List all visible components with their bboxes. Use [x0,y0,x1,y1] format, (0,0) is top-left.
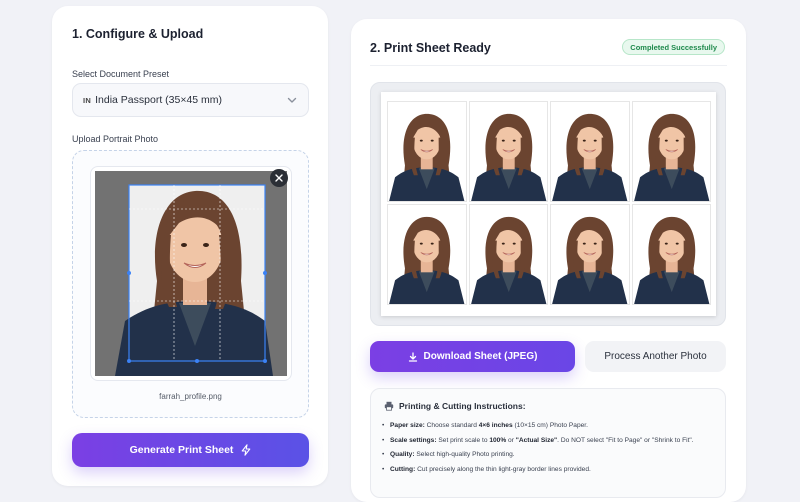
divider [370,65,727,66]
section-title-configure: 1. Configure & Upload [72,27,204,41]
instructions-list: Paper size: Choose standard 4×6 inches (… [382,421,718,479]
lightning-icon [242,444,251,456]
instruction-item: Quality: Select high-quality Photo print… [382,450,718,460]
portrait-image [95,171,287,376]
print-sheet-panel: 2. Print Sheet Ready Completed Successfu… [351,19,746,502]
passport-photo-thumbnail [387,101,467,202]
remove-photo-button[interactable] [270,169,288,187]
preset-label: Select Document Preset [72,69,170,79]
section-title-print-sheet: 2. Print Sheet Ready [370,41,491,55]
chevron-down-icon [286,94,298,109]
instructions-title: Printing & Cutting Instructions: [384,401,526,411]
close-icon [275,174,283,182]
preset-select[interactable]: IN India Passport (35×45 mm) [72,83,309,117]
process-another-photo-button[interactable]: Process Another Photo [585,341,726,372]
printer-icon [384,401,394,411]
print-sheet [381,92,716,316]
passport-photo-thumbnail [387,204,467,305]
download-button-label: Download Sheet (JPEG) [423,351,538,362]
passport-photo-thumbnail [550,101,630,202]
passport-photo-thumbnail [468,204,548,305]
photo-grid [387,101,711,305]
passport-photo-thumbnail [468,101,548,202]
instruction-item: Paper size: Choose standard 4×6 inches (… [382,421,718,431]
passport-photo-thumbnail [631,101,711,202]
instructions-box: Printing & Cutting Instructions: Paper s… [370,388,726,498]
passport-photo-thumbnail [631,204,711,305]
flag-icon: IN [83,95,92,105]
instruction-item: Cutting: Cut precisely along the thin li… [382,465,718,475]
passport-photo-thumbnail [550,204,630,305]
preset-value: India Passport (35×45 mm) [95,94,223,106]
download-icon [408,351,417,362]
configure-panel: 1. Configure & Upload Select Document Pr… [52,6,328,486]
sheet-preview [370,82,726,326]
upload-label: Upload Portrait Photo [72,134,159,144]
status-badge: Completed Successfully [622,39,725,55]
download-sheet-button[interactable]: Download Sheet (JPEG) [370,341,575,372]
upload-dropzone[interactable]: farrah_profile.png [72,150,309,418]
instructions-title-text: Printing & Cutting Instructions: [399,401,526,411]
generate-button-label: Generate Print Sheet [129,444,234,456]
file-name: farrah_profile.png [159,392,222,401]
instruction-item: Scale settings: Set print scale to 100% … [382,436,718,446]
generate-print-sheet-button[interactable]: Generate Print Sheet [72,433,309,467]
photo-preview [90,166,292,381]
